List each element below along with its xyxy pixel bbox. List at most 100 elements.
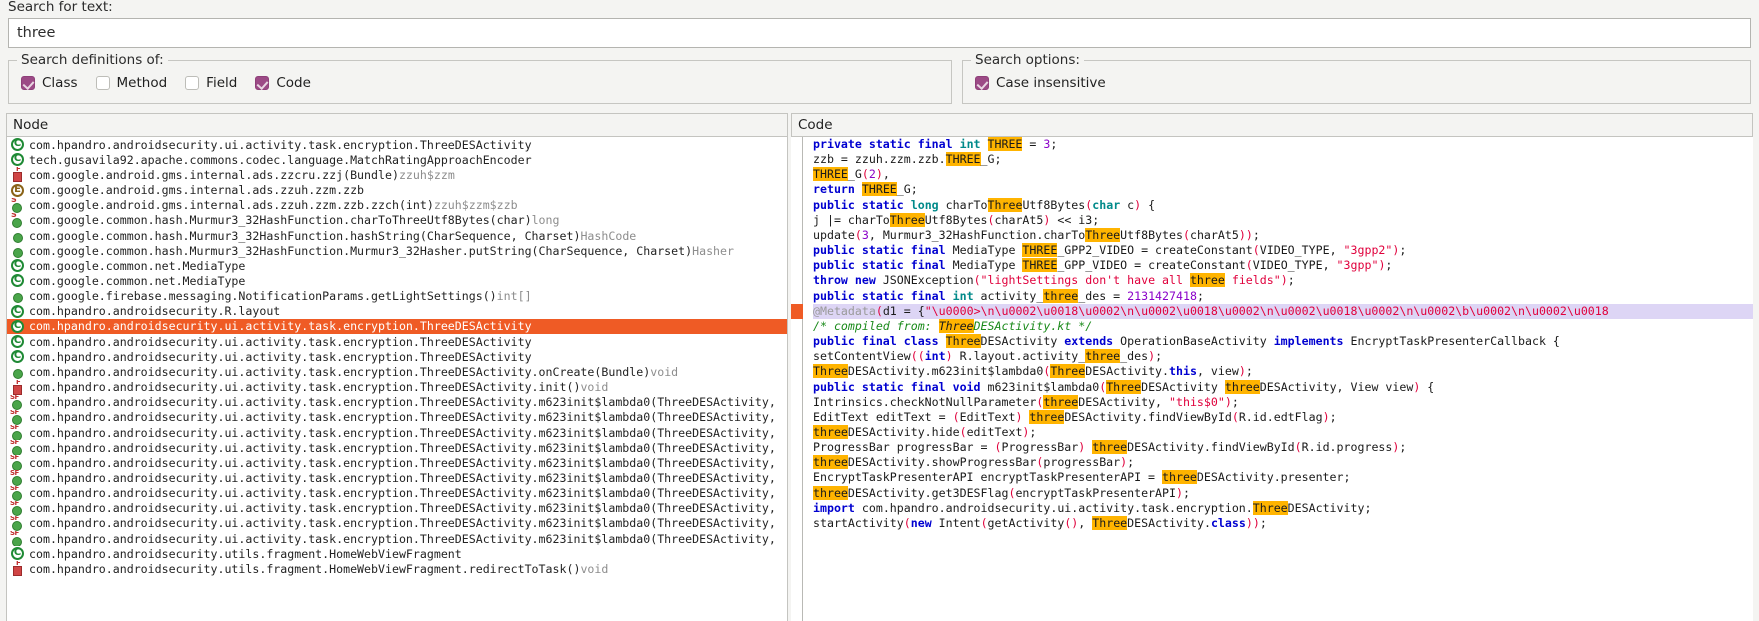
node-row[interactable]: com.hpandro.androidsecurity.ui.activity.…	[7, 380, 787, 395]
code-line[interactable]: public static final int activity_three_d…	[813, 288, 1753, 304]
static-final-method-icon	[10, 455, 24, 471]
code-token: DESActivity.showProgressBar	[847, 455, 1037, 470]
node-row[interactable]: com.google.common.hash.Murmur3_32HashFun…	[7, 243, 787, 258]
code-line[interactable]: @Metadata(d1 = {"\u0000>\n\u0002\u0018\u…	[813, 303, 1753, 319]
code-line[interactable]: update(3, Murmur3_32HashFunction.charToT…	[813, 227, 1753, 243]
code-line[interactable]: /* compiled from: ThreeDESActivity.kt */	[813, 318, 1753, 334]
node-row[interactable]: com.hpandro.androidsecurity.utils.fragme…	[7, 546, 787, 561]
method-icon	[11, 229, 24, 243]
code-line[interactable]: public static final MediaType THREE_GPP2…	[813, 243, 1753, 258]
node-row[interactable]: com.hpandro.androidsecurity.ui.activity.…	[7, 501, 787, 516]
field-final-icon	[11, 380, 24, 395]
code-line[interactable]: public final class ThreeDESActivity exte…	[813, 334, 1753, 349]
node-column-header[interactable]: Node	[6, 113, 788, 137]
node-row-label: com.hpandro.androidsecurity.ui.activity.…	[29, 516, 776, 531]
code-line[interactable]: private static final int THREE = 3;	[813, 137, 1753, 152]
code-line[interactable]: public static final void m623init$lambda…	[813, 379, 1753, 395]
code-line[interactable]: threeDESActivity.get3DESFlag(encryptTask…	[813, 485, 1753, 501]
node-row-type: zzuh$zzm	[398, 167, 455, 182]
code-line[interactable]: j |= charToThreeUtf8Bytes(charAt5) << i3…	[813, 212, 1753, 228]
node-row[interactable]: com.hpandro.androidsecurity.ui.activity.…	[7, 395, 787, 410]
code-line[interactable]: import com.hpandro.androidsecurity.ui.ac…	[813, 500, 1753, 516]
empty-checkbox-icon[interactable]	[95, 76, 110, 90]
match-highlight: Three	[987, 197, 1023, 212]
code-line[interactable]: return THREE_G;	[813, 182, 1753, 197]
node-row[interactable]: com.hpandro.androidsecurity.utils.fragme…	[7, 561, 787, 577]
code-token: ,	[1078, 515, 1093, 530]
node-row[interactable]: com.hpandro.androidsecurity.ui.activity.…	[7, 531, 787, 547]
code-token: DESActivity	[1141, 379, 1225, 394]
code-token: _G;	[980, 152, 1002, 167]
code-line[interactable]: EncryptTaskPresenterAPI encryptTaskPrese…	[813, 470, 1753, 485]
code-line[interactable]: threeDESActivity.hide(editText);	[813, 424, 1753, 440]
static-final-method-icon	[10, 470, 24, 486]
node-row[interactable]: tech.gusavila92.apache.commons.codec.lan…	[7, 152, 787, 167]
node-row[interactable]: com.hpandro.androidsecurity.ui.activity.…	[7, 364, 787, 379]
match-highlight: three	[1043, 394, 1079, 409]
code-line[interactable]: public static final MediaType THREE_GPP_…	[813, 258, 1753, 273]
node-row[interactable]: com.google.firebase.messaging.Notificati…	[7, 289, 787, 304]
code-line[interactable]: throw new JSONException("lightSettings d…	[813, 273, 1753, 288]
match-highlight: three	[1224, 379, 1260, 394]
code-token: )	[1280, 273, 1288, 288]
node-row[interactable]: com.hpandro.androidsecurity.ui.activity.…	[7, 516, 787, 532]
code-token: public static	[813, 197, 911, 212]
code-line[interactable]: THREE_G(2),	[813, 167, 1753, 182]
code-token: )	[1175, 485, 1183, 500]
node-row-label: com.hpandro.androidsecurity.ui.activity.…	[29, 364, 651, 379]
node-row-label: com.hpandro.androidsecurity.ui.activity.…	[29, 349, 532, 364]
checkmark-icon[interactable]	[975, 76, 989, 90]
node-row[interactable]: com.hpandro.androidsecurity.ui.activity.…	[7, 349, 787, 364]
code-line[interactable]: zzb = zzuh.zzm.zzb.THREE_G;	[813, 152, 1753, 167]
checkbox-field[interactable]: Field	[185, 75, 237, 91]
node-row[interactable]: com.hpandro.androidsecurity.ui.activity.…	[7, 470, 787, 486]
code-line[interactable]: public static long charToThreeUtf8Bytes(…	[813, 197, 1753, 213]
code-token: zzb = zzuh.zzm.zzb.	[813, 152, 946, 167]
node-row[interactable]: com.google.android.gms.internal.ads.zzuh…	[7, 198, 787, 213]
code-line[interactable]: threeDESActivity.showProgressBar(progres…	[813, 455, 1753, 470]
empty-checkbox-icon[interactable]	[185, 76, 200, 90]
node-row[interactable]: com.hpandro.androidsecurity.ui.activity.…	[7, 425, 787, 441]
checkbox-class[interactable]: Class	[21, 75, 78, 91]
node-row[interactable]: com.google.common.hash.Murmur3_32HashFun…	[7, 213, 787, 228]
code-results-list[interactable]: private static final int THREE = 3; zzb =…	[791, 137, 1753, 621]
node-row[interactable]: com.google.android.gms.internal.ads.zzuh…	[7, 182, 787, 197]
node-row-selected[interactable]: com.hpandro.androidsecurity.ui.activity.…	[7, 318, 787, 335]
node-row[interactable]: com.google.common.net.MediaType	[7, 273, 787, 288]
match-highlight: three	[1092, 440, 1128, 455]
code-line[interactable]: startActivity(new Intent(getActivity(), …	[813, 515, 1753, 531]
node-row[interactable]: com.hpandro.androidsecurity.ui.activity.…	[7, 486, 787, 501]
node-row[interactable]: com.hpandro.androidsecurity.ui.activity.…	[7, 410, 787, 425]
checkbox-case-insensitive[interactable]: Case insensitive	[975, 75, 1106, 91]
node-row[interactable]: com.google.android.gms.internal.ads.zzcr…	[7, 167, 787, 183]
code-column-header[interactable]: Code	[791, 113, 1753, 137]
checkmark-icon[interactable]	[255, 76, 270, 90]
node-row[interactable]: com.hpandro.androidsecurity.ui.activity.…	[7, 455, 787, 471]
checkbox-code[interactable]: Code	[255, 75, 311, 91]
node-row-type: HashCode	[580, 228, 637, 243]
match-highlight: Three	[813, 364, 848, 379]
code-token: j |= charTo	[813, 212, 890, 227]
code-line[interactable]: EditText editText = (EditText) threeDESA…	[813, 409, 1753, 425]
node-row-label: com.hpandro.androidsecurity.utils.fragme…	[29, 561, 581, 576]
node-row[interactable]: com.hpandro.androidsecurity.ui.activity.…	[7, 334, 787, 349]
code-line[interactable]: setContentView((int) R.layout.activity_t…	[813, 349, 1753, 364]
search-input[interactable]	[8, 18, 1751, 48]
node-row-label: com.hpandro.androidsecurity.utils.fragme…	[29, 546, 462, 561]
node-row[interactable]: com.hpandro.androidsecurity.R.layout	[7, 304, 787, 319]
node-row[interactable]: com.hpandro.androidsecurity.ui.activity.…	[7, 440, 787, 456]
code-line[interactable]: ProgressBar progressBar = (ProgressBar) …	[813, 440, 1753, 455]
node-row[interactable]: com.google.common.net.MediaType	[7, 258, 787, 273]
checkmark-icon[interactable]	[21, 76, 35, 90]
node-row[interactable]: com.hpandro.androidsecurity.ui.activity.…	[7, 137, 787, 152]
node-row[interactable]: com.google.common.hash.Murmur3_32HashFun…	[7, 228, 787, 243]
checkbox-method[interactable]: Method	[95, 75, 167, 91]
code-line[interactable]: ThreeDESActivity.m623init$lambda0(ThreeD…	[813, 364, 1753, 379]
node-results-list[interactable]: com.hpandro.androidsecurity.ui.activity.…	[6, 137, 788, 621]
code-token: editText	[966, 424, 1023, 439]
code-token: ;	[1245, 364, 1253, 379]
code-line[interactable]: Intrinsics.checkNotNullParameter(threeDE…	[813, 394, 1753, 410]
static-final-method-icon	[10, 425, 24, 441]
code-token: "3gpp"	[1336, 258, 1379, 273]
code-token: progressBar	[1043, 455, 1121, 470]
